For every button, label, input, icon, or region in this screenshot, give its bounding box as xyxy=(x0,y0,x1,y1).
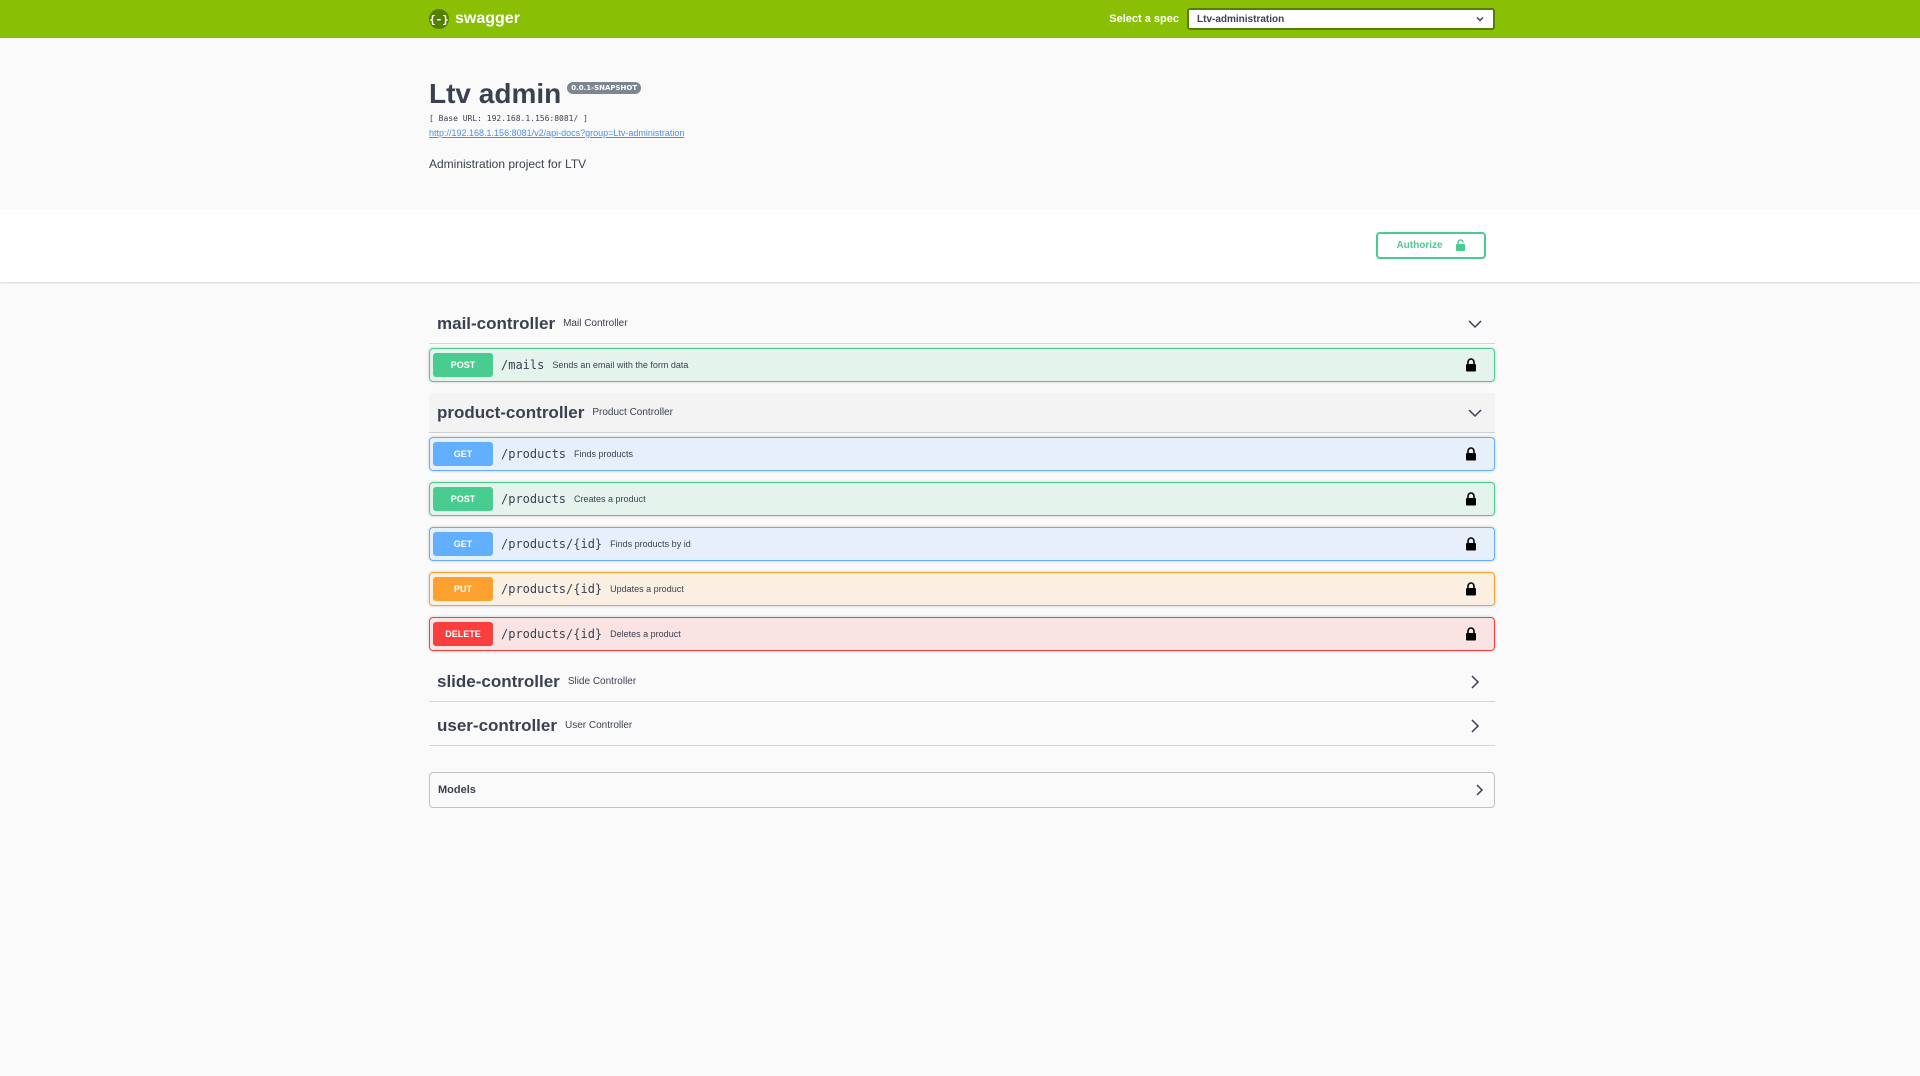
lock-icon[interactable] xyxy=(1465,492,1477,506)
tag-description: Mail Controller xyxy=(563,318,628,329)
models-section[interactable]: Models xyxy=(429,772,1495,808)
tag-name: product-controller xyxy=(437,402,585,422)
page-title: Ltv admin xyxy=(429,78,562,109)
method-badge: POST xyxy=(433,353,493,377)
tag-description: Product Controller xyxy=(592,407,673,418)
endpoint-path: /products xyxy=(501,492,567,506)
opblock-get[interactable]: GET/products Finds products xyxy=(429,437,1495,471)
lock-icon[interactable] xyxy=(1465,582,1477,596)
spec-label: Select a spec xyxy=(1109,13,1179,25)
scheme-container: Authorize xyxy=(0,210,1920,282)
authorize-label: Authorize xyxy=(1396,240,1443,251)
opblock-get[interactable]: GET/products/{id} Finds products by id xyxy=(429,527,1495,561)
chevron-right-icon xyxy=(1471,674,1480,689)
chevron-right-icon xyxy=(1476,784,1484,796)
logo-text: swagger xyxy=(455,10,520,27)
api-info: Ltv admin 0.0.1-SNAPSHOT [ Base URL: 192… xyxy=(429,38,1495,210)
swagger-logo-icon: {-} xyxy=(429,9,449,29)
opblock-post[interactable]: POST/products Creates a product xyxy=(429,482,1495,516)
tag-name: mail-controller xyxy=(437,313,556,333)
tag-mail-controller[interactable]: mail-controller Mail Controller xyxy=(429,304,1495,344)
tag-name: slide-controller xyxy=(437,671,560,691)
tag-product-controller[interactable]: product-controller Product Controller xyxy=(429,393,1495,433)
tag-slide-controller[interactable]: slide-controller Slide Controller xyxy=(429,662,1495,702)
lock-icon[interactable] xyxy=(1465,627,1477,641)
authorize-button[interactable]: Authorize xyxy=(1376,232,1486,259)
endpoint-path: /products xyxy=(501,447,567,461)
opblock-put[interactable]: PUT/products/{id} Updates a product xyxy=(429,572,1495,606)
chevron-down-icon xyxy=(1468,319,1482,328)
endpoint-path: /products/{id} xyxy=(501,627,603,641)
endpoint-path: /products/{id} xyxy=(501,537,603,551)
endpoint-summary: Deletes a product xyxy=(610,629,681,639)
tag-user-controller[interactable]: user-controller User Controller xyxy=(429,706,1495,746)
tag-name: user-controller xyxy=(437,715,557,735)
method-badge: GET xyxy=(433,532,493,556)
operations-section: mail-controller Mail Controller POST/mails… xyxy=(429,282,1495,746)
endpoint-path: /mails xyxy=(501,358,545,372)
endpoint-path: /products/{id} xyxy=(501,582,603,596)
lock-icon[interactable] xyxy=(1465,447,1477,461)
endpoint-summary: Finds products by id xyxy=(610,539,691,549)
spec-dropdown-value: Ltv-administration xyxy=(1197,13,1285,25)
opblock-post[interactable]: POST/mails Sends an email with the form d… xyxy=(429,348,1495,382)
method-badge: PUT xyxy=(433,577,493,601)
lock-icon[interactable] xyxy=(1465,537,1477,551)
endpoint-summary: Finds products xyxy=(574,449,634,459)
chevron-down-icon xyxy=(1468,408,1482,417)
chevron-down-icon xyxy=(1476,16,1484,22)
unlock-icon xyxy=(1455,239,1465,251)
models-label: Models xyxy=(438,784,476,796)
spec-dropdown[interactable]: Ltv-administration xyxy=(1187,8,1495,30)
spec-selector: Select a spec Ltv-administration xyxy=(1109,8,1495,30)
tag-description: User Controller xyxy=(564,720,633,731)
version-badge: 0.0.1-SNAPSHOT xyxy=(567,82,642,94)
api-description: Administration project for LTV xyxy=(429,157,587,171)
endpoint-summary: Creates a product xyxy=(574,494,646,504)
opblock-delete[interactable]: DELETE/products/{id} Deletes a product xyxy=(429,617,1495,651)
tag-description: Slide Controller xyxy=(567,676,637,687)
base-url: [ Base URL: 192.168.1.156:8081/ ] xyxy=(429,114,588,123)
chevron-right-icon xyxy=(1471,718,1480,733)
lock-icon[interactable] xyxy=(1465,358,1477,372)
swagger-logo[interactable]: {-} swagger xyxy=(429,9,520,29)
endpoint-summary: Updates a product xyxy=(610,584,684,594)
api-docs-link[interactable]: http://192.168.1.156:8081/v2/api-docs?gr… xyxy=(429,128,684,138)
method-badge: DELETE xyxy=(433,622,493,646)
method-badge: GET xyxy=(433,442,493,466)
endpoint-summary: Sends an email with the form data xyxy=(552,360,689,370)
method-badge: POST xyxy=(433,487,493,511)
topbar: {-} swagger Select a spec Ltv-administra… xyxy=(0,0,1920,38)
